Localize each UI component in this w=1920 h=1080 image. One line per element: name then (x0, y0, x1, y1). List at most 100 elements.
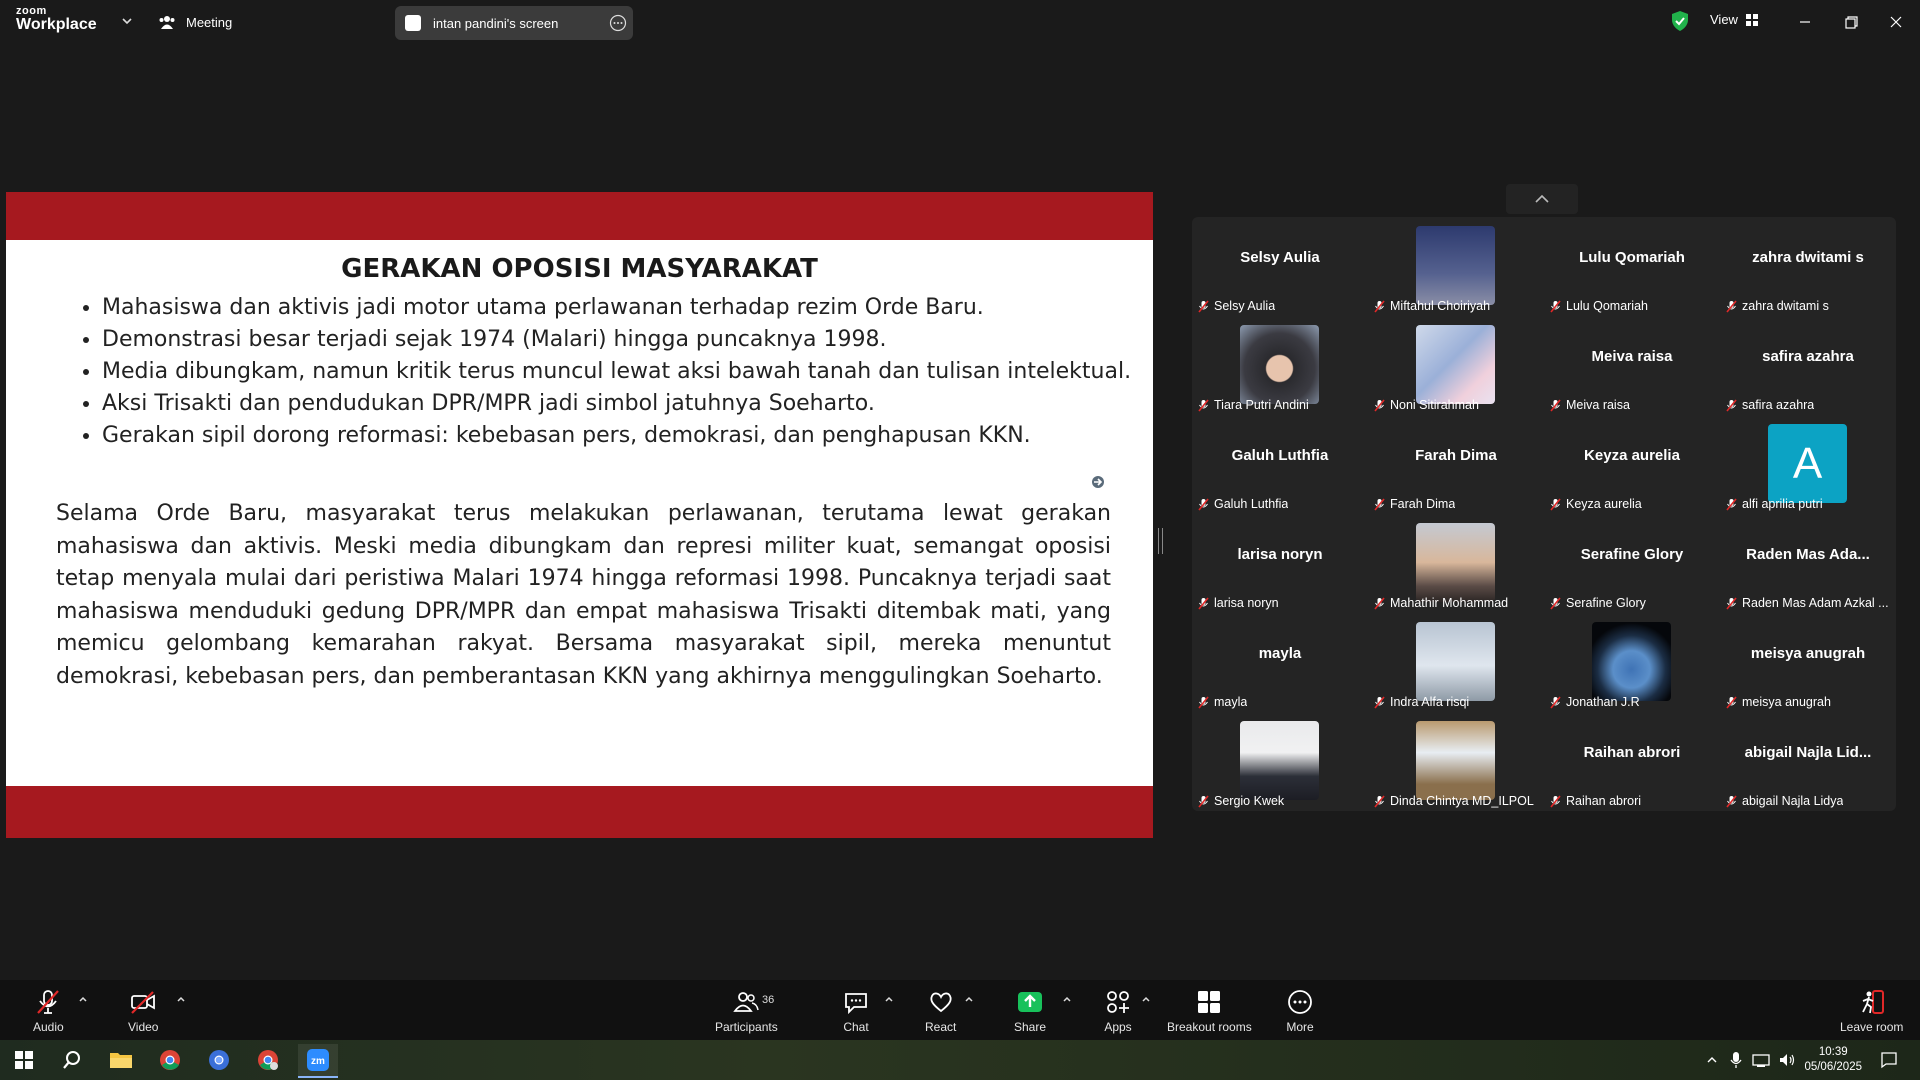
participant-name: Galuh Luthfia (1214, 497, 1289, 511)
participant-name-label: Farah Dima (1374, 497, 1455, 511)
participant-name-label: Mahathir Mohammad (1374, 596, 1508, 610)
restore-icon[interactable] (1839, 10, 1863, 34)
participant-tile[interactable]: meisya anugrah meisya anugrah (1720, 613, 1896, 712)
participant-name: Selsy Aulia (1214, 299, 1276, 313)
taskbar-zoom[interactable]: zm (298, 1044, 338, 1078)
split-view-resize-handle[interactable] (1158, 528, 1163, 554)
share-screen-icon (1018, 992, 1043, 1012)
windows-taskbar: zm 10:39 05/06/2025 (0, 1040, 1920, 1080)
participant-tile[interactable]: Selsy Aulia Selsy Aulia (1192, 217, 1368, 316)
minimize-icon[interactable] (1793, 10, 1817, 34)
meeting-tab[interactable]: Meeting (158, 12, 232, 32)
zoom-app-icon: zm (307, 1049, 329, 1071)
participant-name: zahra dwitami s (1742, 299, 1829, 313)
participant-name: abigail Najla Lidya (1742, 794, 1844, 808)
breakout-rooms-button[interactable]: Breakout rooms (1167, 988, 1252, 1034)
bullet-item: Gerakan sipil dorong reformasi: kebebasa… (102, 420, 1147, 452)
react-heart-icon (930, 992, 952, 1013)
encryption-shield-icon[interactable] (1670, 10, 1690, 32)
video-button[interactable]: Video (128, 988, 158, 1034)
participant-name-label: Dinda Chintya MD_ILPOL (1374, 794, 1534, 808)
participant-name-label: Jonathan J.R (1550, 695, 1640, 709)
participant-tile[interactable]: Meiva raisa Meiva raisa (1544, 316, 1720, 415)
windows-start-button[interactable] (4, 1044, 44, 1076)
participant-tile[interactable]: Tiara Putri Andini (1192, 316, 1368, 415)
participant-tile[interactable]: abigail Najla Lid... abigail Najla Lidya (1720, 712, 1896, 811)
participant-tile[interactable]: Noni Sitirahmah (1368, 316, 1544, 415)
participant-tile[interactable]: Mahathir Mohammad (1368, 514, 1544, 613)
taskbar-chrome-profile[interactable] (199, 1044, 239, 1076)
notifications-icon[interactable] (1880, 1051, 1898, 1069)
participant-tile[interactable]: Farah Dima Farah Dima (1368, 415, 1544, 514)
shared-screen-tab[interactable]: intan pandini's screen (395, 6, 633, 40)
apps-button[interactable]: Apps (1104, 988, 1132, 1034)
participant-tile[interactable]: mayla mayla (1192, 613, 1368, 712)
more-label: More (1286, 1020, 1314, 1034)
volume-icon[interactable] (1778, 1052, 1796, 1068)
taskbar-chrome-2[interactable] (248, 1044, 288, 1076)
mic-muted-icon (1726, 398, 1737, 412)
react-options-caret-icon[interactable] (964, 994, 974, 1004)
taskbar-clock[interactable]: 10:39 05/06/2025 (1804, 1045, 1862, 1075)
apps-options-caret-icon[interactable] (1141, 994, 1151, 1004)
participant-tile[interactable]: Raden Mas Ada... Raden Mas Adam Azkal ... (1720, 514, 1896, 613)
share-button[interactable]: Share (1014, 988, 1046, 1034)
taskbar-search-button[interactable] (52, 1044, 92, 1076)
leave-room-button[interactable]: Leave room (1840, 988, 1903, 1034)
taskbar-file-explorer[interactable] (101, 1044, 141, 1076)
more-options-icon[interactable] (609, 14, 627, 32)
participant-tile[interactable]: zahra dwitami s zahra dwitami s (1720, 217, 1896, 316)
participant-avatar: A (1768, 424, 1847, 503)
audio-options-caret-icon[interactable] (78, 994, 88, 1004)
more-button[interactable]: More (1286, 988, 1314, 1034)
participant-name: Mahathir Mohammad (1390, 596, 1509, 610)
collapse-gallery-button[interactable] (1506, 184, 1578, 214)
tray-expand-icon[interactable] (1706, 1054, 1718, 1066)
mic-muted-icon (1550, 794, 1561, 808)
apps-label: Apps (1104, 1020, 1132, 1034)
view-button[interactable]: View (1710, 12, 1758, 27)
microphone-tray-icon[interactable] (1730, 1051, 1742, 1069)
share-label: Share (1014, 1020, 1047, 1034)
participant-tile[interactable]: Raihan abrori Raihan abrori (1544, 712, 1720, 811)
slide-top-band (6, 192, 1153, 240)
audio-button[interactable]: Audio (33, 988, 64, 1034)
participant-tile[interactable]: Sergio Kwek (1192, 712, 1368, 811)
participant-name-label: mayla (1198, 695, 1247, 709)
participant-tile[interactable]: Keyza aurelia Keyza aurelia (1544, 415, 1720, 514)
react-button[interactable]: React (925, 988, 956, 1034)
participant-tile[interactable]: Indra Alfa risqi (1368, 613, 1544, 712)
participant-tile[interactable]: larisa noryn larisa noryn (1192, 514, 1368, 613)
participant-tile[interactable]: Miftahul Choiriyah (1368, 217, 1544, 316)
mic-muted-icon (1374, 398, 1385, 412)
pointer-arrow-icon (1092, 476, 1104, 488)
mic-muted-icon (1726, 299, 1737, 313)
meeting-icon (159, 16, 175, 29)
taskbar-chrome[interactable] (150, 1044, 190, 1076)
participant-tile[interactable]: Lulu Qomariah Lulu Qomariah (1544, 217, 1720, 316)
participant-name: Raden Mas Adam Azkal ... (1742, 596, 1889, 610)
close-icon[interactable] (1884, 10, 1908, 34)
zoom-title-bar: zoom Workplace Meeting intan pandini's s… (0, 0, 1920, 44)
participant-tile[interactable]: Serafine Glory Serafine Glory (1544, 514, 1720, 613)
share-options-caret-icon[interactable] (1062, 994, 1072, 1004)
mic-muted-icon (1550, 398, 1561, 412)
chevron-down-icon[interactable] (120, 14, 134, 28)
chat-options-caret-icon[interactable] (884, 994, 894, 1004)
zoom-workplace-logo[interactable]: zoom Workplace (16, 6, 97, 33)
participant-tile[interactable]: Dinda Chintya MD_ILPOL (1368, 712, 1544, 811)
chat-button[interactable]: Chat (842, 988, 870, 1034)
participant-name-label: meisya anugrah (1726, 695, 1831, 709)
shared-screen-label: intan pandini's screen (433, 15, 559, 31)
participant-tile[interactable]: Aalfi aprilia putri (1720, 415, 1896, 514)
video-options-caret-icon[interactable] (176, 994, 186, 1004)
participant-tile[interactable]: Galuh Luthfia Galuh Luthfia (1192, 415, 1368, 514)
participant-tile[interactable]: Jonathan J.R (1544, 613, 1720, 712)
participant-name-label: Sergio Kwek (1198, 794, 1284, 808)
participant-name-label: Miftahul Choiriyah (1374, 299, 1490, 313)
video-label: Video (128, 1020, 159, 1034)
participant-name: Tiara Putri Andini (1214, 398, 1309, 412)
participant-tile[interactable]: safira azahra safira azahra (1720, 316, 1896, 415)
network-icon[interactable] (1752, 1052, 1770, 1068)
video-off-icon (131, 991, 156, 1014)
